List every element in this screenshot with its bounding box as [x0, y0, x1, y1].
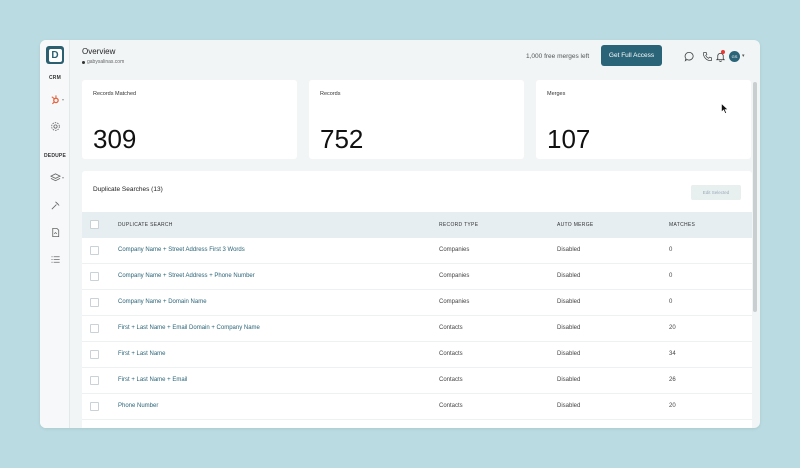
stat-card-records: Records 752 — [309, 80, 524, 159]
chevron-down-icon: ▾ — [62, 97, 65, 102]
hubspot-icon[interactable] — [48, 92, 62, 106]
status-dot-icon — [82, 60, 85, 64]
search-name-link[interactable]: Company Name + Street Address + Phone Nu… — [118, 273, 255, 279]
header: Overview gabysalinas.com 1,000 free merg… — [70, 40, 760, 72]
matches-cell: 0 — [669, 247, 673, 253]
search-name-link[interactable]: Company Name + Street Address First 3 Wo… — [118, 247, 245, 253]
app-logo[interactable]: D — [46, 46, 64, 64]
stat-value: 107 — [547, 124, 591, 154]
search-name-link[interactable]: Company Name + Domain Name — [118, 299, 207, 305]
app-window: D CRM ▾ DEDUPE ▾ Overview gabysalinas.co… — [40, 40, 760, 428]
search-name-link[interactable]: First + Last Name + Email — [118, 377, 187, 383]
record-type-cell: Contacts — [439, 377, 463, 383]
list-icon[interactable] — [48, 252, 62, 266]
auto-merge-cell: Disabled — [557, 299, 581, 305]
chat-icon[interactable] — [683, 50, 695, 62]
stat-label: Records Matched — [93, 91, 137, 97]
mouse-cursor-icon — [721, 103, 729, 114]
stat-value: 309 — [93, 124, 137, 154]
search-name-link[interactable]: First + Last Name + Email Domain + Compa… — [118, 325, 260, 331]
matches-cell: 20 — [669, 403, 676, 409]
row-checkbox[interactable] — [90, 272, 99, 281]
table-header: DUPLICATE SEARCH RECORD TYPE AUTO MERGE … — [82, 212, 752, 238]
page-subtitle: gabysalinas.com — [82, 59, 124, 65]
layers-icon[interactable] — [48, 170, 62, 184]
column-header-duplicate-search[interactable]: DUPLICATE SEARCH — [118, 222, 173, 228]
search-name-link[interactable]: First + Last Name — [118, 351, 166, 357]
domain-label: gabysalinas.com — [87, 59, 125, 65]
bell-icon[interactable] — [714, 50, 726, 62]
chevron-down-icon[interactable]: ▾ — [742, 53, 745, 59]
record-type-cell: Contacts — [439, 351, 463, 357]
record-type-cell: Contacts — [439, 325, 463, 331]
stat-card-records-matched: Records Matched 309 — [82, 80, 297, 159]
table-row[interactable]: First + Last Name + Email Contacts Disab… — [82, 368, 752, 394]
stat-label: Records — [320, 91, 341, 97]
section-label-crm: CRM — [49, 75, 61, 81]
table-row[interactable]: First + Last Name Contacts Disabled 34 — [82, 342, 752, 368]
stat-card-merges: Merges 107 — [536, 80, 751, 159]
table-row[interactable]: Company Name + Street Address First 3 Wo… — [82, 238, 752, 264]
search-name-link[interactable]: Phone Number — [118, 403, 158, 409]
phone-icon[interactable] — [701, 50, 713, 62]
section-label-dedupe: DEDUPE — [43, 153, 67, 159]
row-checkbox[interactable] — [90, 350, 99, 359]
record-type-cell: Companies — [439, 273, 470, 279]
auto-merge-cell: Disabled — [557, 247, 581, 253]
stat-label: Merges — [547, 91, 566, 97]
auto-merge-cell: Disabled — [557, 351, 581, 357]
table-title: Duplicate Searches (13) — [93, 186, 163, 193]
column-header-matches[interactable]: MATCHES — [669, 222, 695, 228]
logo-letter: D — [48, 48, 62, 62]
table-row[interactable]: Company Name + Street Address + Phone Nu… — [82, 264, 752, 290]
chevron-down-icon: ▾ — [62, 175, 65, 180]
matches-cell: 0 — [669, 273, 673, 279]
document-icon[interactable] — [48, 225, 62, 239]
edit-selected-button[interactable]: Edit Selected — [691, 185, 741, 200]
gear-icon[interactable] — [48, 119, 62, 133]
duplicate-searches-panel: Duplicate Searches (13) Edit Selected DU… — [82, 171, 752, 428]
record-type-cell: Companies — [439, 299, 470, 305]
vertical-scrollbar[interactable] — [753, 82, 757, 312]
column-header-record-type[interactable]: RECORD TYPE — [439, 222, 478, 228]
table-row[interactable]: First + Last Name + Email Domain + Compa… — [82, 316, 752, 342]
notification-dot — [721, 50, 725, 54]
stat-value: 752 — [320, 124, 364, 154]
avatar[interactable]: GS — [729, 51, 740, 62]
merges-left-text: 1,000 free merges left — [526, 53, 590, 60]
matches-cell: 0 — [669, 299, 673, 305]
table-row[interactable]: Phone Number Contacts Disabled 20 — [82, 394, 752, 420]
record-type-cell: Contacts — [439, 403, 463, 409]
get-full-access-button[interactable]: Get Full Access — [601, 45, 662, 66]
matches-cell: 34 — [669, 351, 676, 357]
auto-merge-cell: Disabled — [557, 325, 581, 331]
sidebar: D CRM ▾ DEDUPE ▾ — [40, 40, 70, 428]
auto-merge-cell: Disabled — [557, 403, 581, 409]
select-all-checkbox[interactable] — [90, 220, 99, 229]
row-checkbox[interactable] — [90, 376, 99, 385]
auto-merge-cell: Disabled — [557, 377, 581, 383]
column-header-auto-merge[interactable]: AUTO MERGE — [557, 222, 594, 228]
auto-merge-cell: Disabled — [557, 273, 581, 279]
merge-icon[interactable] — [48, 198, 62, 212]
row-checkbox[interactable] — [90, 402, 99, 411]
row-checkbox[interactable] — [90, 324, 99, 333]
matches-cell: 20 — [669, 325, 676, 331]
page-title: Overview — [82, 47, 116, 56]
record-type-cell: Companies — [439, 247, 470, 253]
matches-cell: 26 — [669, 377, 676, 383]
table-row[interactable]: Company Name + Domain Name Companies Dis… — [82, 290, 752, 316]
row-checkbox[interactable] — [90, 298, 99, 307]
row-checkbox[interactable] — [90, 246, 99, 255]
